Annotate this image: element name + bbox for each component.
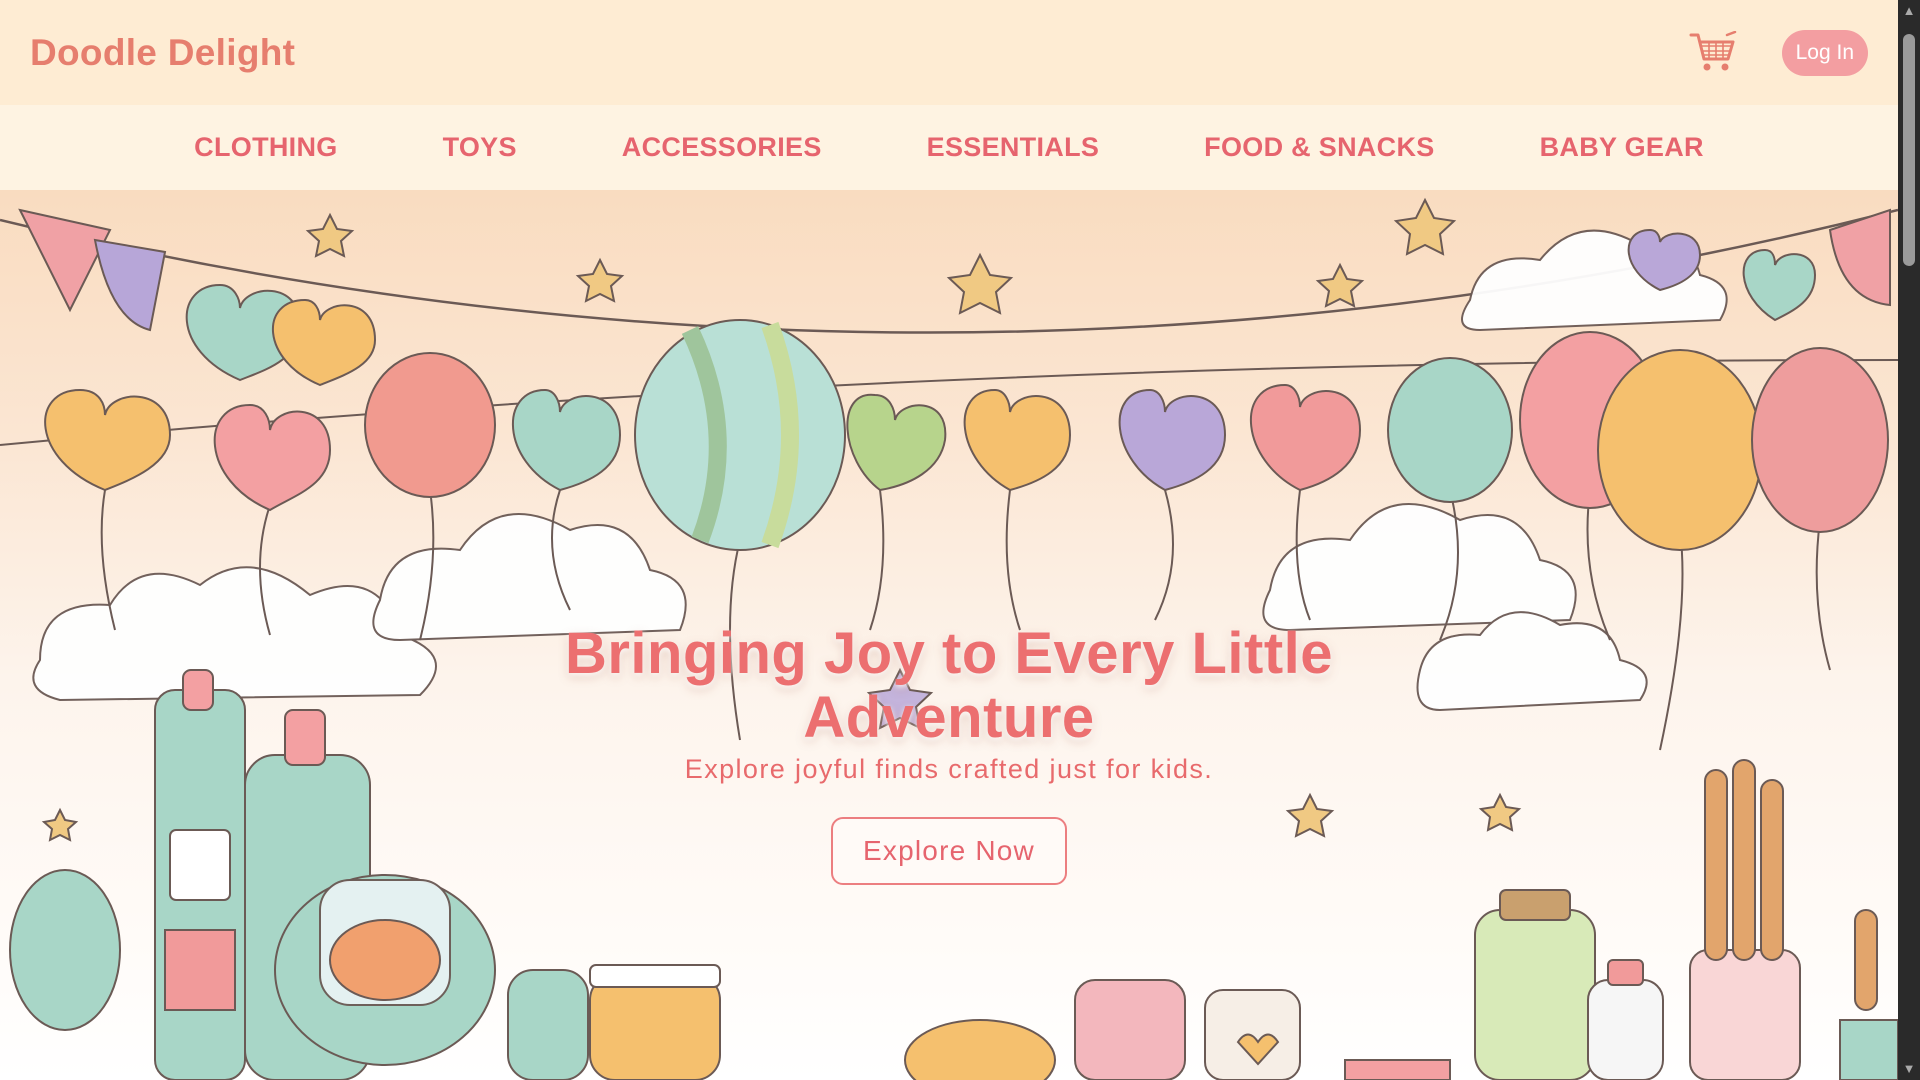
nav-item-toys[interactable]: TOYS xyxy=(443,132,517,163)
vertical-scrollbar[interactable]: ▲ ▼ xyxy=(1898,0,1920,1080)
cart-button[interactable] xyxy=(1688,30,1738,76)
page: Doodle Delight Log In CLOTHING TOYS ACCE… xyxy=(0,0,1898,1080)
top-bar: Doodle Delight Log In xyxy=(0,0,1898,105)
header-actions: Log In xyxy=(1688,29,1868,76)
hero-title: Bringing Joy to Every Little Adventure xyxy=(564,621,1334,750)
login-button[interactable]: Log In xyxy=(1781,29,1868,76)
hero-content: Bringing Joy to Every Little Adventure E… xyxy=(0,622,1898,885)
explore-now-button[interactable]: Explore Now xyxy=(831,817,1067,885)
scroll-thumb[interactable] xyxy=(1903,34,1915,266)
site-logo[interactable]: Doodle Delight xyxy=(30,32,295,74)
category-nav: CLOTHING TOYS ACCESSORIES ESSENTIALS FOO… xyxy=(0,105,1898,190)
scroll-up-arrow-icon[interactable]: ▲ xyxy=(1898,0,1920,22)
shopping-cart-icon xyxy=(1689,30,1736,70)
nav-item-accessories[interactable]: ACCESSORIES xyxy=(622,132,822,163)
nav-item-baby-gear[interactable]: BABY GEAR xyxy=(1540,132,1704,163)
nav-item-essentials[interactable]: ESSENTIALS xyxy=(927,132,1100,163)
hero-banner: Bringing Joy to Every Little Adventure E… xyxy=(0,190,1898,1080)
scroll-down-arrow-icon[interactable]: ▼ xyxy=(1898,1058,1920,1080)
nav-item-clothing[interactable]: CLOTHING xyxy=(194,132,337,163)
hero-subtitle: Explore joyful finds crafted just for ki… xyxy=(684,754,1214,784)
nav-item-food-snacks[interactable]: FOOD & SNACKS xyxy=(1204,132,1434,163)
